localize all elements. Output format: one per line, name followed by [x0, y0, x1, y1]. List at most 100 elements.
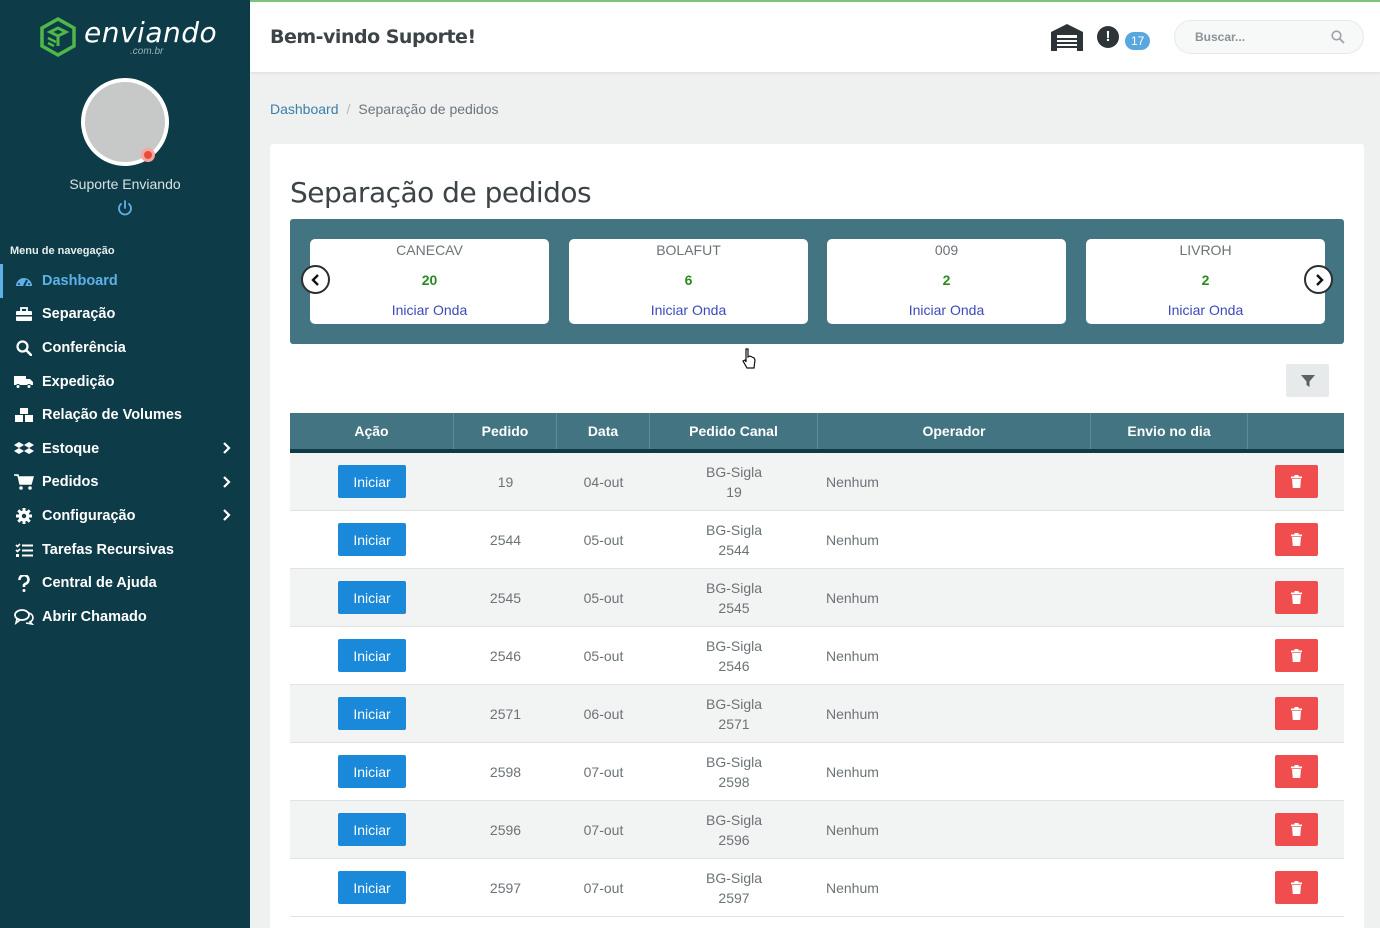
sidebar-item-tarefas[interactable]: Tarefas Recursivas [0, 533, 250, 567]
warehouse-icon[interactable] [1050, 22, 1084, 52]
page-title: Separação de pedidos [290, 176, 592, 209]
sidebar-item-pedidos[interactable]: Pedidos [0, 466, 250, 500]
table-row: Iniciar 2598 07-out BG-Sigla 2598 Nenhum [290, 743, 1344, 801]
channel-order-id: 2596 [718, 831, 750, 848]
start-button[interactable]: Iniciar [338, 697, 406, 730]
wave-count: 20 [421, 272, 438, 288]
delete-button[interactable] [1274, 465, 1318, 498]
breadcrumb: Dashboard / Separação de pedidos [270, 101, 499, 117]
channel-order: BG-Sigla 19 [650, 453, 818, 510]
order-date: 06-out [583, 705, 624, 722]
sidebar-item-label: Estoque [42, 440, 100, 457]
gear-icon [14, 507, 34, 525]
power-icon[interactable] [116, 199, 134, 217]
order-date: 07-out [583, 763, 624, 780]
column-header[interactable]: Data [557, 413, 650, 449]
table-row: Iniciar 2545 05-out BG-Sigla 2545 Nenhum [290, 569, 1344, 627]
order-date: 04-out [583, 473, 624, 490]
ship-today [1091, 859, 1248, 916]
avatar[interactable] [81, 78, 169, 166]
search-icon[interactable] [1331, 30, 1345, 44]
order-id: 2598 [489, 763, 522, 780]
operator: Nenhum [826, 821, 879, 838]
sidebar-item-estoque[interactable]: Estoque [0, 432, 250, 466]
channel-order: BG-Sigla 2544 [650, 511, 818, 568]
delete-button[interactable] [1274, 523, 1318, 556]
operator: Nenhum [826, 589, 879, 606]
channel-name: BG-Sigla [705, 463, 763, 480]
wave-card: CANECAV 20 Iniciar Onda [310, 239, 549, 324]
channel-order: BG-Sigla 2597 [650, 859, 818, 916]
channel-order: BG-Sigla 2598 [650, 743, 818, 800]
wave-count: 2 [942, 272, 951, 288]
operator: Nenhum [826, 647, 879, 664]
alert-icon[interactable]: ! [1097, 26, 1119, 48]
question-icon [14, 574, 34, 592]
sidebar-item-dashboard[interactable]: Dashboard [0, 264, 250, 298]
operator: Nenhum [826, 531, 879, 548]
start-wave-button[interactable]: Iniciar Onda [569, 302, 808, 318]
start-button[interactable]: Iniciar [338, 581, 406, 614]
nav-title: Menu de navegação [10, 245, 115, 257]
truck-icon [14, 373, 34, 391]
sidebar-item-label: Central de Ajuda [42, 575, 157, 592]
channel-name: BG-Sigla [705, 695, 763, 712]
user-name: Suporte Enviando [69, 176, 181, 192]
column-header[interactable]: Pedido Canal [650, 413, 818, 449]
delete-button[interactable] [1274, 755, 1318, 788]
start-wave-button[interactable]: Iniciar Onda [827, 302, 1066, 318]
sidebar-item-separacao[interactable]: Separação [0, 298, 250, 332]
column-header[interactable]: Ação [290, 413, 454, 449]
search-input[interactable] [1195, 30, 1325, 44]
channel-order-id: 2545 [718, 599, 750, 616]
delete-button[interactable] [1274, 871, 1318, 904]
start-button[interactable]: Iniciar [338, 639, 406, 672]
breadcrumb-home-link[interactable]: Dashboard [270, 101, 339, 117]
delete-button[interactable] [1274, 697, 1318, 730]
cart-icon [14, 473, 34, 491]
ship-today [1091, 453, 1248, 510]
table-body: Iniciar 19 04-out BG-Sigla 19 Nenhum Inic… [290, 453, 1344, 917]
sidebar-item-label: Separação [42, 306, 116, 323]
wave-card: BOLAFUT 6 Iniciar Onda [569, 239, 808, 324]
ship-today [1091, 627, 1248, 684]
sidebar-item-conferencia[interactable]: Conferência [0, 331, 250, 365]
tasks-icon [14, 541, 34, 559]
sidebar-item-label: Abrir Chamado [42, 608, 147, 625]
carousel-next-button[interactable] [1304, 265, 1333, 294]
brand-logo[interactable]: enviando [38, 16, 217, 58]
column-header[interactable]: Operador [818, 413, 1091, 449]
sidebar-item-ajuda[interactable]: Central de Ajuda [0, 566, 250, 600]
start-button[interactable]: Iniciar [338, 871, 406, 904]
start-wave-button[interactable]: Iniciar Onda [1086, 302, 1325, 318]
sidebar-item-chamado[interactable]: Abrir Chamado [0, 600, 250, 634]
carousel-prev-button[interactable] [301, 265, 330, 294]
comments-icon [14, 608, 34, 626]
chevron-left-icon [310, 273, 319, 286]
channel-name: BG-Sigla [705, 637, 763, 654]
sidebar-item-expedicao[interactable]: Expedição [0, 365, 250, 399]
brand-name: enviando [84, 16, 218, 49]
start-button[interactable]: Iniciar [338, 755, 406, 788]
start-button[interactable]: Iniciar [338, 813, 406, 846]
start-button[interactable]: Iniciar [338, 465, 406, 498]
order-id: 2596 [489, 821, 522, 838]
delete-button[interactable] [1274, 581, 1318, 614]
sidebar-item-volumes[interactable]: Relação de Volumes [0, 398, 250, 432]
sidebar-item-configuracao[interactable]: Configuração [0, 499, 250, 533]
search-icon [14, 339, 34, 357]
delete-button[interactable] [1274, 813, 1318, 846]
wave-name: BOLAFUT [656, 242, 721, 258]
operator: Nenhum [826, 763, 879, 780]
delete-button[interactable] [1274, 639, 1318, 672]
channel-order: BG-Sigla 2545 [650, 569, 818, 626]
column-header[interactable]: Pedido [454, 413, 557, 449]
breadcrumb-current: Separação de pedidos [358, 101, 499, 117]
channel-order-id: 19 [726, 483, 742, 500]
channel-order-id: 2544 [718, 541, 750, 558]
filter-button[interactable] [1286, 364, 1329, 397]
start-button[interactable]: Iniciar [338, 523, 406, 556]
trash-icon [1290, 533, 1302, 546]
start-wave-button[interactable]: Iniciar Onda [310, 302, 549, 318]
column-header[interactable]: Envio no dia [1091, 413, 1248, 449]
